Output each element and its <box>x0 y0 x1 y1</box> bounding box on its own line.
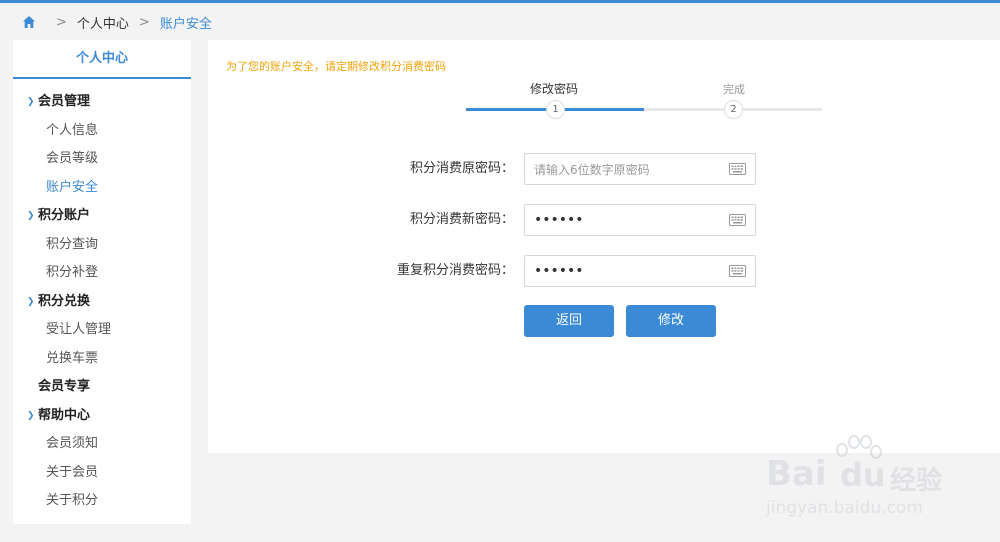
sidebar-item-label: 个人信息 <box>46 122 99 138</box>
sidebar-item-label: 积分兑换 <box>38 293 91 309</box>
sidebar-item-label: 兑换车票 <box>46 350 99 366</box>
sidebar-group-help-center[interactable]: ❯ 帮助中心 <box>13 402 191 431</box>
repeat-password-input[interactable]: •••••• <box>524 255 756 287</box>
sidebar-menu: ❯ 会员管理 个人信息 会员等级 账户安全 ❯ 积分账户 积分查询 积分补登 ❯… <box>13 79 191 516</box>
sidebar-item-label: 会员须知 <box>46 436 99 451</box>
sidebar-item-label: 积分账户 <box>38 208 91 223</box>
sidebar-item-label: 会员管理 <box>38 94 91 109</box>
back-button[interactable]: 返回 <box>524 305 614 337</box>
sidebar-item-label: 积分查询 <box>46 236 99 252</box>
step-indicator: 修改密码 完成 1 2 <box>466 80 826 120</box>
sidebar-item-personal-info[interactable]: 个人信息 <box>13 117 191 146</box>
step-dot-1: 1 <box>546 100 565 119</box>
sidebar-item-redeem-tickets[interactable]: 兑换车票 <box>13 345 191 374</box>
sidebar-item-transferee-management[interactable]: 受让人管理 <box>13 316 191 345</box>
sidebar-item-label: 关于积分 <box>46 493 99 508</box>
old-password-placeholder: 请输入6位数字原密码 <box>534 162 650 177</box>
submit-button[interactable]: 修改 <box>626 305 716 337</box>
step-dot-2: 2 <box>724 100 743 119</box>
sidebar-item-about-points[interactable]: 关于积分 <box>13 487 191 516</box>
security-notice: 为了您的账户安全，请定期修改积分消费密码 <box>226 60 446 73</box>
keyboard-icon[interactable] <box>729 163 746 175</box>
sidebar-item-about-membership[interactable]: 关于会员 <box>13 459 191 488</box>
sidebar-group-points-account[interactable]: ❯ 积分账户 <box>13 202 191 231</box>
sidebar-group-member-management[interactable]: ❯ 会员管理 <box>13 88 191 117</box>
old-password-input[interactable]: 请输入6位数字原密码 <box>524 153 756 185</box>
watermark-brand: Bai <box>766 454 827 494</box>
sidebar-item-account-security[interactable]: 账户安全 <box>13 174 191 203</box>
watermark-brand-suffix: 经验 <box>890 466 943 496</box>
sidebar-item-label: 关于会员 <box>46 464 99 480</box>
new-password-label: 积分消费新密码： <box>409 212 514 227</box>
chevron-right-icon: ❯ <box>27 97 35 107</box>
sidebar-group-member-exclusive[interactable]: 会员专享 <box>13 373 191 402</box>
breadcrumb-parent[interactable]: 个人中心 <box>77 13 129 32</box>
home-icon[interactable] <box>22 15 36 29</box>
sidebar-item-member-level[interactable]: 会员等级 <box>13 145 191 174</box>
sidebar-item-points-supplement[interactable]: 积分补登 <box>13 259 191 288</box>
top-accent-bar <box>0 0 1000 3</box>
sidebar-item-label: 帮助中心 <box>38 407 91 423</box>
breadcrumb-current: 账户安全 <box>159 16 212 32</box>
sidebar-item-points-query[interactable]: 积分查询 <box>13 231 191 260</box>
chevron-right-icon: ❯ <box>27 211 35 221</box>
sidebar-item-label: 积分补登 <box>46 265 99 280</box>
sidebar-item-label: 受让人管理 <box>46 322 112 337</box>
paw-d-icon: du <box>840 456 886 494</box>
watermark-url: jingyan.baidu.com <box>766 498 923 518</box>
baidu-jingyan-watermark: Bai du 经验 jingyan.baidu.com <box>762 434 992 524</box>
repeat-password-value: •••••• <box>534 263 584 279</box>
breadcrumb: > 个人中心 > 账户安全 <box>22 12 212 32</box>
chevron-right-icon: ❯ <box>27 296 35 307</box>
step-label-complete: 完成 <box>723 83 745 96</box>
step-label-change-password: 修改密码 <box>530 82 579 96</box>
keyboard-icon[interactable] <box>729 265 746 277</box>
sidebar-group-points-redeem[interactable]: ❯ 积分兑换 <box>13 288 191 317</box>
old-password-label: 积分消费原密码： <box>409 161 514 176</box>
keyboard-icon[interactable] <box>729 214 746 226</box>
chevron-right-icon: ❯ <box>27 410 35 421</box>
sidebar-item-label: 会员等级 <box>46 151 99 166</box>
sidebar-item-label: 会员专享 <box>38 379 91 394</box>
sidebar-item-member-notice[interactable]: 会员须知 <box>13 430 191 459</box>
form-row-old-password: 积分消费原密码： 请输入6位数字原密码 <box>208 153 1000 185</box>
sidebar-item-label: 账户安全 <box>46 179 99 195</box>
repeat-password-label: 重复积分消费密码： <box>396 263 514 278</box>
new-password-input[interactable]: •••••• <box>524 204 756 236</box>
main-panel: 为了您的账户安全，请定期修改积分消费密码 修改密码 完成 1 2 积分消费原密码… <box>208 40 1000 453</box>
sidebar-title: 个人中心 <box>13 40 191 79</box>
breadcrumb-separator: > <box>138 14 150 30</box>
form-row-new-password: 积分消费新密码： •••••• <box>208 204 1000 236</box>
new-password-value: •••••• <box>534 212 584 228</box>
sidebar: 个人中心 ❯ 会员管理 个人信息 会员等级 账户安全 ❯ 积分账户 积分查询 积… <box>13 40 191 524</box>
breadcrumb-separator: > <box>56 14 67 30</box>
form-row-repeat-password: 重复积分消费密码： •••••• <box>208 255 1000 287</box>
